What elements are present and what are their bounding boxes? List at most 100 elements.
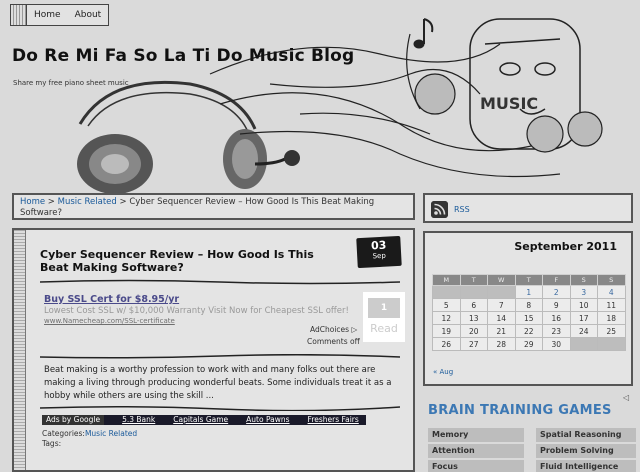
comments-status: Comments off [307, 337, 360, 346]
scribble-divider [40, 405, 400, 411]
read-counter-widget[interactable]: 1 Read [363, 292, 405, 342]
ad-link[interactable]: Freshers Fairs [308, 415, 359, 425]
calendar-day: 19 [432, 324, 461, 338]
date-month: Sep [372, 251, 387, 261]
calendar-week-row: 5 6 7 8 9 10 11 [432, 298, 626, 312]
brain-ad-links: Memory Spatial Reasoning Attention Probl… [428, 428, 638, 472]
calendar-day: 25 [597, 324, 626, 338]
brain-ad-item[interactable]: Attention [428, 444, 524, 458]
calendar-empty-cell [487, 285, 516, 299]
brain-ad-item[interactable]: Focus [428, 460, 524, 472]
calendar-day: 9 [542, 298, 571, 312]
calendar-day: 21 [487, 324, 516, 338]
calendar-day: 29 [514, 337, 543, 351]
brain-ad-item[interactable]: Fluid Intelligence [536, 460, 636, 472]
calendar-day: 5 [432, 298, 461, 312]
calendar-empty-cell [569, 337, 598, 351]
calendar-widget: September 2011 MTWTFSS 1 2 3 4 5 6 7 8 9 10 11 12 13… [423, 231, 633, 386]
calendar-day: 24 [569, 324, 598, 338]
calendar-weekday-header: T [514, 274, 543, 286]
calendar-day[interactable]: 3 [569, 285, 598, 299]
ad-link[interactable]: Capitals Game [173, 415, 228, 425]
breadcrumb-home-link[interactable]: Home [20, 197, 45, 207]
nav-grip [11, 5, 27, 25]
read-label: Read [370, 322, 398, 335]
calendar-weekday-header: M [432, 274, 461, 286]
calendar-day[interactable]: 4 [597, 285, 626, 299]
calendar-day: 11 [597, 298, 626, 312]
google-ads-bar: Ads by Google 5.3 Bank Capitals Game Aut… [42, 415, 366, 425]
calendar-week-row: 12 13 14 15 16 17 18 [432, 311, 626, 325]
read-count: 1 [368, 298, 400, 318]
calendar-weekday-header: W [487, 274, 516, 286]
calendar-day: 13 [459, 311, 488, 325]
breadcrumb-separator: > [45, 197, 58, 207]
rss-link[interactable]: RSS [454, 205, 470, 214]
site-description: Share my free piano sheet music [13, 79, 129, 87]
post-card: Cyber Sequencer Review – How Good Is Thi… [12, 228, 415, 472]
calendar-empty-cell [597, 337, 626, 351]
site-title[interactable]: Do Re Mi Fa So La Ti Do Music Blog [12, 46, 354, 66]
brain-ad-item[interactable]: Memory [428, 428, 524, 442]
calendar-weekday-header: S [569, 274, 598, 286]
breadcrumb: Home > Music Related > Cyber Sequencer R… [12, 193, 415, 220]
microphone [284, 150, 300, 166]
calendar-empty-cell [459, 285, 488, 299]
calendar-day: 12 [432, 311, 461, 325]
post-title[interactable]: Cyber Sequencer Review – How Good Is Thi… [40, 248, 340, 274]
speakers-sketch [414, 73, 603, 153]
brain-ad-item[interactable]: Spatial Reasoning [536, 428, 636, 442]
post-tags: Tags: [42, 439, 62, 448]
adchoices-icon[interactable]: ◁ [623, 393, 629, 402]
calendar-day: 10 [569, 298, 598, 312]
music-note-icon [413, 18, 434, 49]
post-excerpt: Beat making is a worthy profession to wo… [44, 365, 392, 401]
calendar-table: MTWTFSS 1 2 3 4 5 6 7 8 9 10 11 12 13 14 15 16 17 18 19 20 2… [432, 274, 626, 351]
post-grip [14, 230, 26, 470]
ad-text: Lowest Cost SSL w/ $10,000 Warranty Visi… [44, 306, 349, 316]
categories-label: Categories: [42, 429, 85, 438]
scribble-divider [40, 354, 400, 359]
calendar-day: 18 [597, 311, 626, 325]
brain-ad-title[interactable]: BRAIN TRAINING GAMES [428, 403, 612, 418]
brain-training-ad: BRAIN TRAINING GAMES ◁ Memory Spatial Re… [423, 393, 640, 472]
date-badge: 03 Sep [356, 235, 402, 269]
header-artwork: MUSIC [77, 18, 603, 194]
calendar-day: 14 [487, 311, 516, 325]
calendar-day: 16 [542, 311, 571, 325]
calendar-week-row: 19 20 21 22 23 24 25 [432, 324, 626, 338]
calendar-day: 27 [459, 337, 488, 351]
calendar-week-row: 1234 [432, 285, 626, 299]
ad-headline-link[interactable]: Buy SSL Cert for $8.95/yr [44, 294, 179, 305]
calendar-empty-cell [432, 285, 461, 299]
rss-icon[interactable] [431, 201, 448, 218]
calendar-day: 6 [459, 298, 488, 312]
breadcrumb-separator: > [116, 197, 130, 207]
calendar-day: 7 [487, 298, 516, 312]
breadcrumb-category-link[interactable]: Music Related [58, 197, 117, 207]
ad-link[interactable]: Auto Pawns [246, 415, 289, 425]
ad-link[interactable]: 5.3 Bank [122, 415, 155, 425]
ads-by-google-label[interactable]: Ads by Google [42, 415, 105, 425]
calendar-week-row: 26 27 28 29 30 [432, 337, 626, 351]
adchoices-link[interactable]: AdChoices ▷ [310, 325, 357, 334]
face-sketch [469, 18, 581, 150]
headphones-illustration [78, 80, 257, 133]
ad-url-link[interactable]: www.Namecheap.com/SSL-certificate [44, 317, 175, 325]
brain-ad-item[interactable]: Problem Solving [536, 444, 636, 458]
calendar-day[interactable]: 2 [542, 285, 571, 299]
calendar-weekday-header: S [597, 274, 626, 286]
rss-widget: RSS [423, 193, 633, 223]
calendar-day: 22 [514, 324, 543, 338]
calendar-day: 23 [542, 324, 571, 338]
calendar-weekday-header: F [542, 274, 571, 286]
scribble-divider [40, 279, 400, 285]
calendar-day: 17 [569, 311, 598, 325]
calendar-day: 15 [514, 311, 543, 325]
category-link[interactable]: Music Related [85, 429, 137, 438]
post-categories: Categories:Music Related [42, 429, 137, 438]
calendar-prev-month-link[interactable]: « Aug [433, 368, 453, 376]
calendar-weekday-header: T [459, 274, 488, 286]
calendar-title: September 2011 [514, 240, 617, 253]
calendar-day[interactable]: 1 [514, 285, 543, 299]
